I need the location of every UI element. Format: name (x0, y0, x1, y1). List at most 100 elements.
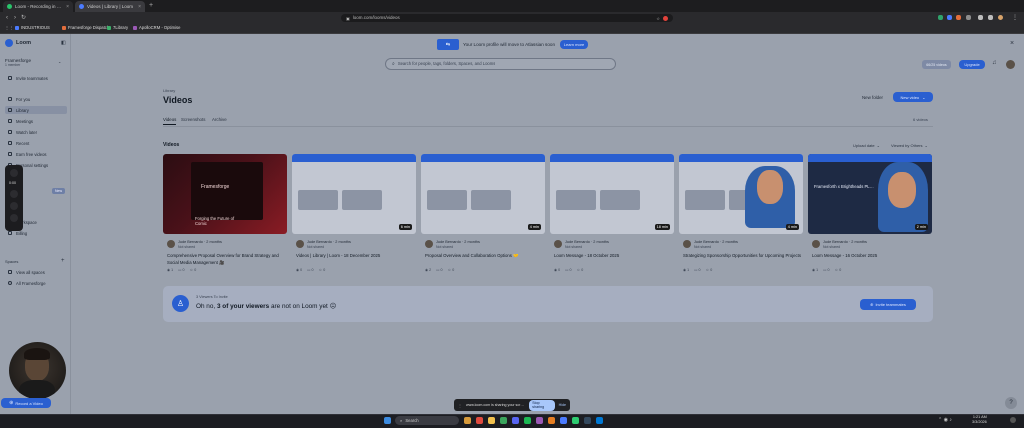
video-card[interactable]: 18 min Jude Bernardo · 2 months Not shared… (550, 154, 674, 275)
sidebar-item-all-framesforge[interactable]: All Framesforge (5, 279, 67, 287)
sidebar-item-watch-later[interactable]: Watch later (5, 128, 67, 136)
site-info-icon[interactable]: ▣ (346, 16, 350, 21)
video-thumbnail[interactable]: 4 min (679, 154, 803, 234)
video-card[interactable]: 4 min Jude Bernardo · 2 months Not shared P… (421, 154, 545, 275)
taskbar-clock[interactable]: 1:21 AM 3/3/2026 (972, 415, 987, 425)
brand[interactable]: Loom (5, 39, 31, 47)
taskbar-app-icon[interactable] (560, 417, 567, 424)
bookmark-item[interactable]: Framesforge Dispatch (62, 25, 109, 30)
invite-teammates-banner-button[interactable]: ⊕ Invite teammates (860, 299, 916, 310)
filter-dropdown[interactable]: Viewed by Others ⌄ (891, 143, 928, 148)
collapse-sidebar-icon[interactable]: ◧ (61, 40, 66, 46)
sidebar-item-earn-free-videos[interactable]: Earn free videos (5, 150, 67, 158)
taskbar-app-icon[interactable] (536, 417, 543, 424)
notification-bell-icon[interactable]: ♫ (992, 60, 997, 66)
video-title[interactable]: Loom Message - 16 October 2025 (812, 253, 932, 260)
video-title[interactable]: Proposal Overview and Collaboration Opti… (425, 253, 545, 260)
hide-button[interactable]: Hide (559, 403, 566, 407)
pause-icon[interactable] (10, 190, 18, 198)
taskbar-app-icon[interactable] (548, 417, 555, 424)
video-card[interactable]: 6 min Jude Bernardo · 2 months Not shared V… (292, 154, 416, 275)
workspace-switcher[interactable]: Framesforge 1 member ⌄ (5, 58, 65, 67)
sidebar-toggle-icon[interactable] (988, 15, 993, 20)
webcam-bubble[interactable] (9, 342, 66, 399)
close-tab-icon[interactable]: × (66, 4, 69, 10)
puzzle-icon[interactable] (978, 15, 983, 20)
taskbar-app-icon[interactable] (476, 417, 483, 424)
close-tab-icon[interactable]: × (138, 4, 141, 10)
video-card[interactable]: 4 min Jude Bernardo · 2 months Not shared S… (679, 154, 803, 275)
user-avatar[interactable] (1006, 60, 1015, 69)
add-space-icon[interactable]: + (61, 258, 65, 264)
stop-sharing-button[interactable]: Stop sharing (529, 399, 555, 411)
tab-screenshots[interactable]: Screenshots (181, 117, 205, 122)
taskbar-app-icon[interactable] (596, 417, 603, 424)
video-thumbnail[interactable]: Framesforth x Brightheads PLAY 2 min (808, 154, 932, 234)
video-title[interactable]: Loom Message - 18 October 2025 (554, 253, 674, 260)
bookmark-star-icon[interactable]: ☆ (656, 16, 660, 21)
new-tab-icon[interactable]: + (149, 1, 153, 10)
search-input[interactable]: ⌕ Search for people, tags, folders, Spac… (385, 58, 616, 70)
upgrade-button[interactable]: Upgrade (959, 60, 985, 69)
delete-icon[interactable] (10, 214, 18, 222)
extension-record-icon[interactable] (663, 15, 668, 21)
taskbar-app-icon[interactable] (464, 417, 471, 424)
system-tray-icon[interactable]: ⌃ ◉ ♪ (938, 417, 952, 423)
taskbar-app-icon[interactable] (572, 417, 579, 424)
restart-icon[interactable] (10, 202, 18, 210)
tab-archive[interactable]: Archive (212, 117, 227, 122)
browser-tab-loom-recording[interactable]: Loom - Recording in progress × (3, 1, 73, 12)
record-video-button[interactable]: ⊕ Record a Video (1, 398, 51, 408)
new-folder-button[interactable]: New folder (862, 95, 883, 100)
usage-counter[interactable]: 66/25 videos (922, 60, 951, 69)
tab-videos[interactable]: Videos (163, 117, 177, 125)
taskbar-app-icon[interactable] (512, 417, 519, 424)
taskbar-app-icon[interactable] (584, 417, 591, 424)
taskbar-app-icon[interactable] (488, 417, 495, 424)
taskbar-app-icon[interactable] (500, 417, 507, 424)
forward-icon[interactable]: › (14, 14, 16, 22)
extension-icon[interactable] (966, 15, 971, 20)
help-button[interactable]: ? (1005, 397, 1017, 409)
sort-dropdown[interactable]: Upload date ⌄ (853, 143, 880, 148)
bookmark-item[interactable]: 7Library (107, 25, 128, 30)
taskbar-search[interactable]: ⌕ Search (395, 416, 459, 425)
stop-recording-icon[interactable] (10, 169, 18, 177)
extension-icon[interactable] (956, 15, 961, 20)
video-thumbnail[interactable]: 4 min (421, 154, 545, 234)
taskbar-app-icon[interactable] (524, 417, 531, 424)
video-card[interactable]: Framesforth x Brightheads PLAY 2 min Jude … (808, 154, 932, 275)
windows-start-icon[interactable] (384, 417, 391, 424)
invite-teammates-button[interactable]: Invite teammates (5, 74, 67, 82)
add-user-icon: ⊕ (870, 302, 874, 307)
sidebar-item-for-you[interactable]: For you (5, 95, 67, 103)
video-thumbnail[interactable]: Framesforge Forging the Future of Comic (163, 154, 287, 234)
video-title[interactable]: Strategizing Sponsorship Opportunities f… (683, 253, 803, 260)
video-thumbnail[interactable]: 6 min (292, 154, 416, 234)
extension-icon[interactable] (947, 15, 952, 20)
bookmark-item[interactable]: INDUSTRIOUS (15, 25, 50, 30)
extension-icon[interactable] (938, 15, 943, 20)
new-video-button[interactable]: New video ⌄ (893, 92, 933, 102)
close-banner-icon[interactable]: × (1010, 40, 1014, 47)
video-title[interactable]: Comprehensive Proposal Overview for Bran… (167, 253, 287, 266)
breadcrumb[interactable]: Library (163, 88, 175, 93)
sidebar-item-meetings[interactable]: Meetings (5, 117, 67, 125)
drag-handle-icon[interactable]: ⋮ (458, 403, 462, 408)
sidebar-item-recent[interactable]: Recent (5, 139, 67, 147)
bookmark-item[interactable]: ApolloCRM - Optimise (133, 25, 180, 30)
video-title[interactable]: Videos | Library | Loom - 18 December 20… (296, 253, 416, 260)
browser-tab-videos[interactable]: Videos | Library | Loom × (75, 1, 145, 12)
video-card[interactable]: Framesforge Forging the Future of Comic Ju… (163, 154, 287, 275)
video-thumbnail[interactable]: 18 min (550, 154, 674, 234)
learn-more-button[interactable]: Learn more (560, 40, 588, 49)
profile-avatar-icon[interactable] (998, 15, 1003, 20)
address-bar[interactable]: ▣ loom.com/looms/videos ☆ (341, 14, 673, 22)
notifications-icon[interactable] (1010, 417, 1016, 423)
reload-icon[interactable]: ↻ (21, 14, 26, 22)
sidebar-item-library[interactable]: Library (5, 106, 67, 114)
apps-icon[interactable]: ⋮⋮ (5, 25, 13, 30)
back-icon[interactable]: ‹ (6, 14, 8, 22)
sidebar-item-view-all-spaces[interactable]: View all spaces (5, 268, 67, 276)
browser-menu-icon[interactable]: ⋮ (1012, 14, 1018, 22)
